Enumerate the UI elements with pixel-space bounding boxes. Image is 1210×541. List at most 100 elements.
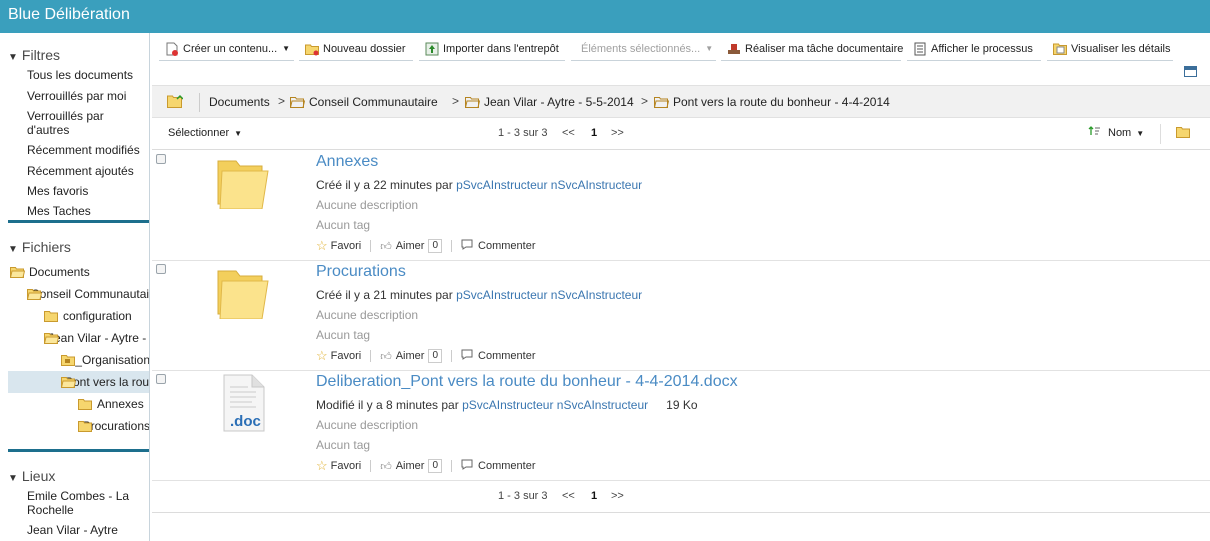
upload-icon: [425, 42, 439, 56]
new-document-icon: [165, 42, 179, 56]
process-document-icon: [913, 42, 927, 56]
place-emile-combes[interactable]: Emile Combes - La Rochelle: [27, 489, 149, 517]
breadcrumb-separator: >: [641, 94, 649, 108]
like-action[interactable]: 👍︎ Aimer 0: [380, 459, 443, 473]
sidebar-separator: [8, 449, 149, 452]
select-dropdown[interactable]: Sélectionner ▼: [168, 127, 242, 139]
like-action[interactable]: 👍︎ Aimer 0: [380, 349, 443, 363]
collapse-triangle-icon: ▼: [8, 52, 18, 63]
breadcrumb-jean-vilar[interactable]: Jean Vilar - Aytre - 5-5-2014: [465, 95, 634, 109]
comment-bubble-icon: [461, 239, 473, 253]
breadcrumb-separator: >: [278, 94, 286, 108]
star-icon: ☆: [316, 348, 328, 363]
action-divider: [451, 350, 453, 362]
tree-item-configuration[interactable]: configuration: [44, 305, 149, 327]
filter-my-favorites[interactable]: Mes favoris: [27, 184, 149, 198]
filter-locked-by-me[interactable]: Verrouillés par moi: [27, 89, 149, 103]
filter-all-documents[interactable]: Tous les documents: [27, 68, 149, 82]
comment-action[interactable]: Commenter: [461, 349, 535, 363]
item-tags: Aucun tag: [316, 218, 371, 232]
action-divider: [370, 240, 372, 252]
favorite-action[interactable]: ☆ Favori: [316, 238, 361, 254]
item-meta: Créé il y a 21 minutes par pSvcAInstruct…: [316, 288, 643, 302]
item-user-link[interactable]: pSvcAInstructeur nSvcAInstructeur: [462, 398, 648, 412]
tree-item-organisation[interactable]: _Organisation: [61, 349, 149, 371]
chevron-down-icon: ▼: [234, 129, 243, 138]
parent-folder-up-icon[interactable]: [167, 94, 184, 111]
do-task-button[interactable]: Réaliser ma tâche documentaire: [721, 37, 903, 61]
doc-file-thumbnail-icon[interactable]: .doc: [222, 373, 266, 436]
pager-next[interactable]: >>: [611, 490, 624, 502]
breadcrumb: Documents > Conseil Communautaire > Jean…: [152, 85, 1210, 118]
tree-item-jean-vilar[interactable]: Jean Vilar - Aytre - 5-5-2014: [44, 327, 149, 349]
star-icon: ☆: [316, 458, 328, 473]
item-tags: Aucun tag: [316, 328, 371, 342]
favorite-action[interactable]: ☆ Favori: [316, 458, 361, 474]
sort-field-dropdown[interactable]: Nom ▼: [1108, 127, 1144, 139]
item-tags: Aucun tag: [316, 438, 371, 452]
files-heading[interactable]: ▼ Fichiers: [8, 239, 71, 255]
item-user-link[interactable]: pSvcAInstructeur nSvcAInstructeur: [456, 178, 642, 192]
item-size: 19 Ko: [666, 398, 698, 412]
place-jean-vilar[interactable]: Jean Vilar - Aytre: [27, 523, 149, 537]
pager-current-page[interactable]: 1: [591, 490, 597, 502]
sidebar: ▼ Filtres Tous les documents Verrouillés …: [8, 33, 150, 541]
view-details-button[interactable]: Visualiser les détails: [1047, 37, 1173, 61]
item-checkbox[interactable]: [156, 264, 166, 274]
tree-item-annexes[interactable]: Annexes: [78, 393, 149, 415]
tree-item-pont[interactable]: Pont vers la route du bonheur - 4-4-2014: [8, 371, 149, 393]
item-description: Aucune description: [316, 308, 419, 322]
folder-view-icon[interactable]: [1176, 126, 1191, 141]
chevron-down-icon: ▼: [1136, 129, 1145, 138]
create-content-button[interactable]: Créer un contenu... ▼: [159, 37, 294, 61]
filter-locked-by-others[interactable]: Verrouillés par d'autres: [27, 109, 149, 137]
collapse-triangle-icon: ▼: [8, 244, 18, 255]
comment-action[interactable]: Commenter: [461, 239, 535, 253]
sort-ascending-icon[interactable]: [1088, 125, 1102, 140]
folder-thumbnail-icon[interactable]: [216, 263, 272, 322]
breadcrumb-documents[interactable]: Documents: [209, 95, 270, 109]
app-title: Blue Délibération: [8, 6, 130, 23]
favorite-action[interactable]: ☆ Favori: [316, 348, 361, 364]
like-action[interactable]: 👍︎ Aimer 0: [380, 239, 443, 253]
item-name-link[interactable]: Deliberation_Pont vers la route du bonhe…: [316, 373, 738, 391]
filter-recently-added[interactable]: Récemment ajoutés: [27, 164, 149, 178]
folder-thumbnail-icon[interactable]: [216, 153, 272, 212]
collapse-triangle-icon: ▼: [8, 473, 18, 484]
filter-my-tasks[interactable]: Mes Taches: [27, 204, 149, 218]
tree-item-documents[interactable]: Documents: [10, 261, 149, 283]
comment-action[interactable]: Commenter: [461, 459, 535, 473]
folder-icon: [44, 310, 59, 322]
pager-prev[interactable]: <<: [562, 127, 575, 139]
places-heading[interactable]: ▼ Lieux: [8, 468, 55, 484]
comment-bubble-icon: [461, 349, 473, 363]
breadcrumb-divider: [199, 93, 200, 112]
breadcrumb-conseil[interactable]: Conseil Communautaire: [290, 95, 438, 109]
tree-item-conseil[interactable]: Conseil Communautaire: [27, 283, 149, 305]
item-name-link[interactable]: Annexes: [316, 153, 378, 171]
pager-range: 1 - 3 sur 3: [498, 127, 548, 139]
tree-item-procurations[interactable]: Procurations: [78, 415, 149, 437]
item-checkbox[interactable]: [156, 154, 166, 164]
filters-heading[interactable]: ▼ Filtres: [8, 47, 60, 63]
show-process-button[interactable]: Afficher le processus: [907, 37, 1041, 61]
breadcrumb-pont[interactable]: Pont vers la route du bonheur - 4-4-2014: [654, 95, 890, 109]
header-divider: [1160, 124, 1161, 144]
open-folder-icon: [654, 96, 669, 108]
window-toggle-icon[interactable]: [1184, 66, 1197, 77]
folder-icon: [61, 354, 75, 366]
new-folder-button[interactable]: Nouveau dossier: [299, 37, 413, 61]
item-name-link[interactable]: Procurations: [316, 263, 406, 281]
filter-recently-modified[interactable]: Récemment modifiés: [27, 143, 149, 157]
open-folder-icon: [465, 96, 480, 108]
import-button[interactable]: Importer dans l'entrepôt: [419, 37, 565, 61]
item-actions: ☆ Favori 👍︎ Aimer 0 Commenter: [316, 238, 535, 254]
item-checkbox[interactable]: [156, 374, 166, 384]
pager-current-page[interactable]: 1: [591, 127, 597, 139]
selected-items-button[interactable]: Éléments sélectionnés... ▼: [571, 37, 716, 61]
item-user-link[interactable]: pSvcAInstructeur nSvcAInstructeur: [456, 288, 642, 302]
pager-next[interactable]: >>: [611, 127, 624, 139]
item-description: Aucune description: [316, 198, 419, 212]
chevron-down-icon: ▼: [282, 44, 291, 53]
pager-prev[interactable]: <<: [562, 490, 575, 502]
